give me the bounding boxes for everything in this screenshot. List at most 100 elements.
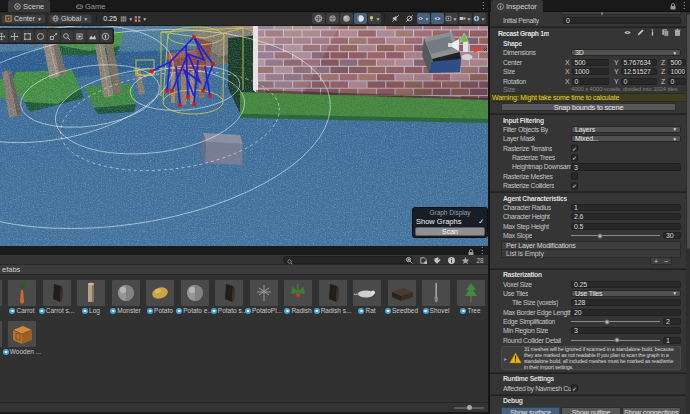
edit-pencil-icon[interactable] [636,28,645,38]
slider-value[interactable]: 1 [663,337,681,344]
effects-muted-icon[interactable] [403,13,416,24]
asset-info-icon[interactable] [446,256,458,265]
show-outline-button[interactable]: Show outline [561,407,620,414]
tool-handle-pivot-dropdown[interactable]: Center ▼ [1,14,46,24]
tab-inspector[interactable]: Inspector [491,0,543,12]
camera-dropdown-icon[interactable]: ▼ [459,13,472,24]
remove-item-button[interactable]: − [664,259,668,264]
favorite-star-icon[interactable] [460,256,472,265]
shaded-sphere-icon[interactable] [340,13,353,24]
view-pan-tool-icon[interactable] [0,30,8,42]
field-value[interactable]: 0.25 [571,281,681,288]
shaded-wire-sphere-icon[interactable] [326,13,339,24]
checkbox-rasterize-trees[interactable]: ✓ [571,154,578,161]
asset-item-wooden[interactable]: ■Wooden ... [7,321,37,356]
asset-item-log[interactable]: ■Log [76,280,106,315]
show-connections-button[interactable]: Show connections [622,407,681,414]
project-menu-icon[interactable]: ⋮ [478,246,486,256]
asset-item-shovel[interactable]: ■Shovel [421,280,451,315]
breadcrumb[interactable]: efabs [0,265,488,275]
asset-item-carrot[interactable]: ■Carrot [7,280,37,315]
custom-tool-compass-icon[interactable] [100,30,112,42]
field-value[interactable]: 2.6 [571,213,681,220]
checkbox-affected-by-navmesh-cut[interactable]: ✓ [571,385,578,392]
asset-item-radish-s[interactable]: ■Radish s... [318,280,348,315]
field-value[interactable]: 1 [571,204,681,211]
dropdown-value[interactable]: Use Tiles▼ [571,290,681,297]
scan-button[interactable]: Scan [415,227,485,236]
dropdown-value[interactable]: Mixed...▼ [571,135,681,142]
search-by-label-icon[interactable] [432,256,444,265]
scale-tool-icon[interactable] [48,30,60,42]
y-value[interactable]: 12.51527 [621,68,657,75]
audio-muted-icon[interactable] [389,13,402,24]
show-graphs-toggle[interactable]: Show Graphs ✓ [415,217,485,226]
asset-item-potato-e[interactable]: ■Potato e... [180,280,210,315]
field-value[interactable]: 3 [571,163,681,170]
list-title[interactable]: Per Layer Modifications [501,241,681,249]
move-tool-icon[interactable] [9,30,21,42]
slider-value[interactable]: 2 [663,318,681,325]
field-value[interactable]: 128 [571,299,681,306]
slider-knob[interactable] [598,233,603,238]
search-input[interactable] [283,256,413,264]
scene-viewport[interactable]: Graph Display Show Graphs ✓ Scan [0,26,488,246]
inspector-lock-icon[interactable] [670,3,676,10]
x-value[interactable]: 0 [572,78,609,85]
asset-item-seedbed[interactable]: ■Seedbed [387,280,417,315]
asset-item-carrot-s[interactable]: ■Carrot s... [42,280,72,315]
field-value[interactable]: 3 [571,327,681,334]
asset-item-rat[interactable]: ■Rat [352,280,382,315]
z-value[interactable]: 1000 [668,68,686,75]
info-icon[interactable] [648,28,657,38]
z-value[interactable]: 0 [668,78,686,85]
field-value[interactable]: 0.5 [571,223,681,230]
tab-game[interactable]: Game [70,0,111,12]
snap-bounds-to-scene-button[interactable]: Snap bounds to scene [501,103,676,111]
checkbox-rasterize-terrains[interactable]: ✓ [571,145,578,152]
grid-snap-value[interactable]: 0.25 [100,14,120,24]
asset-item-radish[interactable]: ■Radish [283,280,313,315]
snap-settings-dropdown[interactable]: ▼ [134,13,147,24]
z-value[interactable]: 500 [668,59,686,66]
inspector-menu-icon[interactable]: ⋮ [680,1,688,11]
duplicate-icon[interactable] [661,28,670,38]
dropdown-value[interactable]: Layers▼ [571,126,681,133]
zoom-tool-icon[interactable] [61,30,73,42]
slider-knob[interactable] [615,338,620,343]
checkbox-rasterize-meshes[interactable] [571,173,578,180]
render-mode-sphere-icon[interactable] [354,13,367,24]
asset-item-potatopl[interactable]: ■PotatoPl... [249,280,279,315]
inspector-scrollbar[interactable] [686,12,690,414]
search-by-type-icon[interactable] [404,256,416,265]
fold-arrow-icon[interactable]: ▸ [504,355,507,362]
wireframe-sphere-icon[interactable] [312,13,325,24]
hidden-count-eye-icon[interactable]: 28 [474,256,486,265]
thumbnail-size-slider[interactable] [454,407,484,409]
terrain-tool-icon[interactable] [87,30,99,42]
transform-tool-icon[interactable] [74,30,86,42]
y-value[interactable]: 0 [621,78,657,85]
rect-tool-icon[interactable] [22,30,34,42]
slider-knob[interactable] [604,319,609,324]
visibility-eye-icon[interactable] [431,13,444,24]
checkbox-rasterize-colliders[interactable]: ✓ [571,182,578,189]
tab-scene[interactable]: Scene [8,0,50,12]
scrollbar-thumb[interactable] [687,14,690,249]
hidden-objects-icon[interactable]: ▼ [417,13,430,24]
grid-visibility-dropdown[interactable]: ▼ [120,13,133,24]
rotate-tool-icon[interactable] [35,30,47,42]
show-surface-button[interactable]: Show surface [501,407,560,414]
field-value[interactable]: 0 [563,17,681,24]
x-value[interactable]: 500 [572,59,609,66]
gizmos-compass-icon[interactable]: ▼ [473,13,486,24]
slider-value[interactable]: 30 [663,232,681,239]
scene-lighting-icon[interactable]: ▼ [368,13,381,24]
asset-item-potato[interactable]: ■Potato [145,280,175,315]
search-by-import-icon[interactable] [418,256,430,265]
slider-track[interactable] [571,235,660,237]
field-value[interactable]: 20 [571,309,681,316]
slider-knob[interactable] [467,405,472,410]
y-value[interactable]: 5.767634 [621,59,657,66]
asset-item-potato-s[interactable]: ■Potato s... [214,280,244,315]
